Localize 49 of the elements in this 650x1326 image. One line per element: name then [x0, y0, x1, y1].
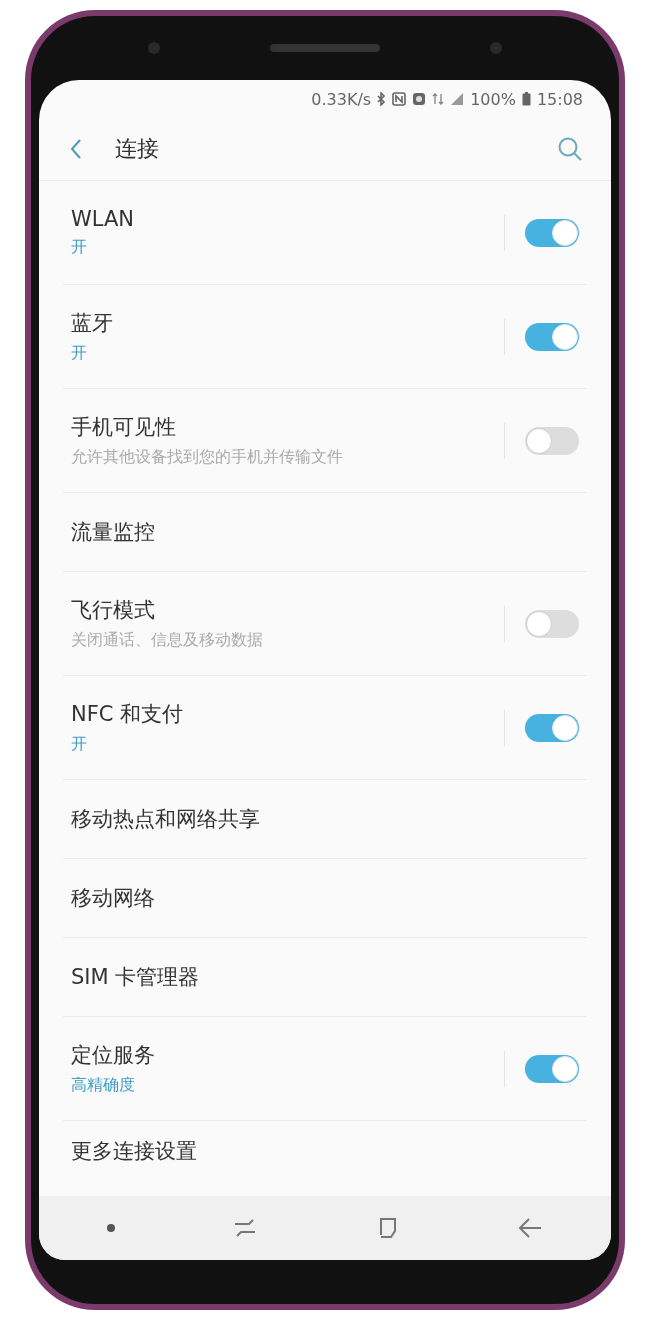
dot-icon	[107, 1224, 115, 1232]
item-title: 蓝牙	[71, 310, 114, 337]
item-status: 开	[71, 343, 88, 364]
settings-item[interactable]: 定位服务 高精确度	[63, 1017, 587, 1121]
toggle-switch[interactable]	[525, 609, 579, 638]
battery-icon	[521, 92, 531, 106]
item-title: NFC 和支付	[71, 701, 185, 728]
toggle-switch[interactable]	[525, 1054, 579, 1083]
bluetooth-icon	[377, 92, 387, 106]
settings-item[interactable]: 移动网络	[63, 859, 587, 938]
item-description: 关闭通话、信息及移动数据	[71, 630, 264, 651]
toggle-switch[interactable]	[525, 218, 579, 247]
settings-item[interactable]: 手机可见性 允许其他设备找到您的手机并传输文件	[63, 389, 587, 493]
battery-percent: 100%	[470, 89, 516, 109]
clock: 15:08	[536, 89, 583, 109]
camera-icon	[148, 42, 160, 54]
search-icon[interactable]	[557, 136, 583, 162]
item-title: 飞行模式	[71, 597, 156, 624]
settings-item[interactable]: NFC 和支付 开	[63, 676, 587, 780]
toggle-switch[interactable]	[525, 426, 579, 455]
settings-item[interactable]: 移动热点和网络共享	[63, 780, 587, 859]
item-title: 流量监控	[71, 519, 156, 546]
camera-icon	[490, 42, 502, 54]
signal-icon	[450, 92, 465, 106]
item-status: 开	[71, 734, 88, 755]
item-status: 高精确度	[71, 1075, 136, 1096]
item-status: 开	[71, 237, 88, 258]
nfc-icon	[392, 92, 407, 106]
alarm-icon	[412, 92, 427, 106]
item-title: 定位服务	[71, 1042, 156, 1069]
settings-item[interactable]: 飞行模式 关闭通话、信息及移动数据	[63, 572, 587, 676]
settings-item[interactable]: SIM 卡管理器	[63, 938, 587, 1017]
toggle-switch[interactable]	[525, 713, 579, 742]
item-title: 移动热点和网络共享	[71, 806, 261, 833]
back-icon[interactable]	[517, 1216, 543, 1240]
item-title: 更多连接设置	[71, 1138, 198, 1165]
settings-item[interactable]: 流量监控	[63, 493, 587, 572]
page-title: 连接	[115, 135, 160, 163]
settings-item[interactable]: 蓝牙 开	[63, 285, 587, 389]
settings-item[interactable]: WLAN 开	[63, 181, 587, 285]
toggle-switch[interactable]	[525, 322, 579, 351]
network-speed: 0.33K/s	[311, 89, 372, 109]
item-title: 移动网络	[71, 885, 156, 912]
item-title: WLAN	[71, 207, 136, 231]
item-title: SIM 卡管理器	[71, 964, 201, 991]
settings-item[interactable]: 更多连接设置	[63, 1121, 587, 1181]
item-description: 允许其他设备找到您的手机并传输文件	[71, 447, 344, 468]
data-arrows-icon	[432, 92, 445, 106]
item-title: 手机可见性	[71, 414, 177, 441]
